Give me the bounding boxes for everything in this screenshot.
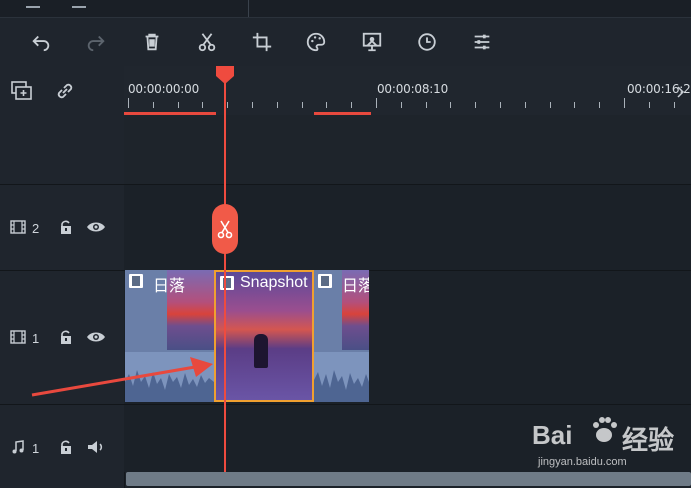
ruler-tick	[624, 98, 625, 108]
speed-clock-icon[interactable]	[415, 30, 439, 54]
audio-waveform	[314, 352, 369, 402]
film-icon	[10, 219, 26, 235]
top-strip	[0, 0, 691, 18]
ruler-tick	[276, 102, 278, 108]
watermark-url: jingyan.baidu.com	[538, 456, 627, 468]
ruler-tick	[524, 102, 526, 108]
scissors-icon	[217, 220, 233, 239]
paw-icon	[593, 417, 617, 442]
timeline-ruler[interactable]: 00:00:00:00 00:00:08:10 00:00:16:2	[124, 66, 691, 115]
selected-video-clip[interactable]: Snapshot	[214, 270, 314, 402]
redo-icon[interactable]	[84, 30, 108, 54]
ruler-tick	[648, 102, 650, 108]
timecode-start: 00:00:00:00	[128, 82, 200, 96]
add-track-icon[interactable]	[10, 80, 34, 102]
track-manager	[0, 66, 125, 115]
film-icon	[220, 276, 234, 290]
lock-icon[interactable]	[58, 329, 74, 345]
ruler-tick	[599, 102, 601, 108]
link-icon[interactable]	[54, 80, 76, 102]
ruler-tick	[128, 98, 129, 108]
video-track-2-head: 2	[0, 185, 125, 270]
clip-title: 日落	[153, 278, 186, 295]
ruler-tick	[673, 102, 675, 108]
audio-track-1-head: 1	[0, 405, 125, 488]
add-track-icon[interactable]	[26, 0, 40, 8]
ruler-tick	[227, 102, 229, 108]
eye-icon[interactable]	[86, 329, 106, 345]
film-icon	[129, 274, 143, 288]
baidu-watermark: Bai 经验 jingyan.baidu.com	[532, 408, 682, 474]
split-scissors-button[interactable]	[212, 204, 238, 254]
color-palette-icon[interactable]	[304, 30, 328, 54]
music-note-icon	[10, 439, 26, 455]
crop-icon[interactable]	[250, 30, 274, 54]
ruler-tick	[400, 102, 402, 108]
watermark-brand: Bai	[532, 420, 573, 450]
ruler-tick	[549, 102, 551, 108]
timecode-mid: 00:00:08:10	[377, 82, 449, 96]
scissors-icon[interactable]	[195, 30, 219, 54]
track-number: 1	[32, 331, 40, 346]
playhead-marker[interactable]	[216, 66, 234, 84]
empty-lane	[124, 115, 691, 184]
lock-icon[interactable]	[58, 439, 74, 455]
ruler-tick	[574, 102, 576, 108]
watermark-brand-cn: 经验	[622, 425, 675, 455]
ruler-tick	[351, 102, 353, 108]
freeze-frame-icon[interactable]	[360, 30, 384, 54]
empty-track-head	[0, 115, 125, 184]
speaker-icon[interactable]	[86, 439, 106, 455]
video-track-2-lane[interactable]	[124, 185, 691, 270]
delete-icon[interactable]	[140, 30, 164, 54]
ruler-tick	[202, 102, 204, 108]
eye-icon[interactable]	[86, 219, 106, 235]
ruler-tick	[152, 102, 154, 108]
lock-icon[interactable]	[58, 219, 74, 235]
edit-toolbar	[0, 18, 691, 66]
ruler-tick	[376, 98, 377, 108]
annotation-arrow	[31, 357, 213, 397]
track-number: 1	[32, 441, 40, 456]
scroll-right-icon[interactable]	[672, 84, 688, 100]
film-icon	[318, 274, 332, 288]
person-silhouette	[254, 334, 268, 368]
ruler-tick	[500, 102, 501, 108]
clip-title: Snapshot	[240, 274, 308, 291]
video-clip[interactable]: 日落	[314, 270, 369, 402]
adjust-sliders-icon[interactable]	[470, 30, 494, 54]
ruler-tick	[450, 102, 452, 108]
film-icon	[10, 329, 26, 345]
ruler-tick	[326, 102, 328, 108]
undo-icon[interactable]	[29, 30, 53, 54]
clip-title: 日落	[342, 278, 369, 295]
track-number: 2	[32, 221, 40, 236]
divider	[248, 0, 249, 17]
ruler-tick	[301, 102, 303, 108]
ruler-tick	[425, 102, 427, 108]
ruler-tick	[252, 102, 253, 108]
ruler-tick	[475, 102, 477, 108]
remove-track-icon[interactable]	[72, 0, 86, 8]
ruler-tick	[177, 102, 179, 108]
horizontal-scrollbar[interactable]	[126, 472, 691, 486]
playhead-line[interactable]	[224, 66, 226, 472]
